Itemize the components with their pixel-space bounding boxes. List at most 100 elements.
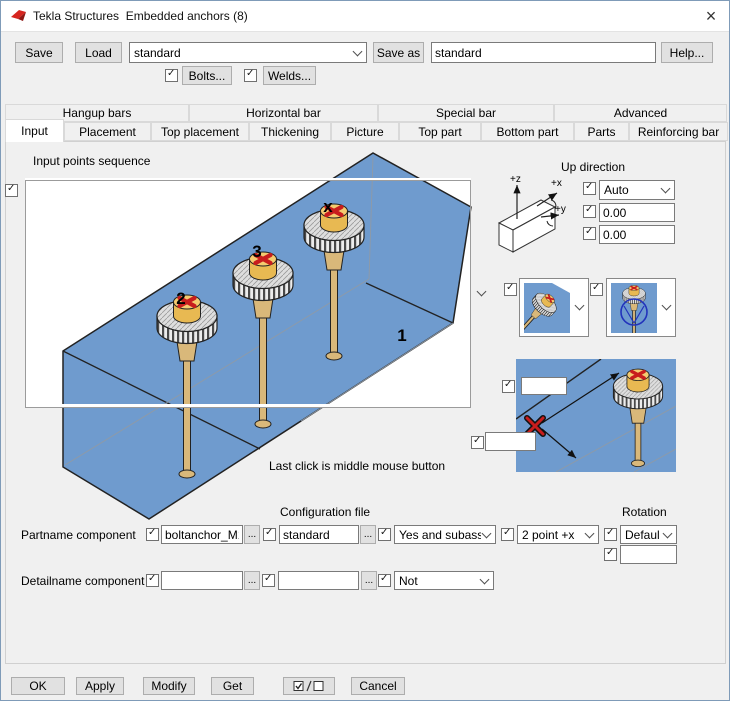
partname-config-browse-button[interactable]: ... [360, 525, 376, 544]
updir-y-input[interactable] [599, 225, 675, 244]
tab-placement[interactable]: Placement [64, 122, 151, 141]
partname-assembly-checkbox[interactable] [378, 528, 391, 541]
tab-top-placement[interactable]: Top placement [151, 122, 249, 141]
pic1-checkbox[interactable] [504, 283, 517, 296]
partname-name-input[interactable] [161, 525, 243, 544]
modify-button[interactable]: Modify [143, 677, 195, 695]
axis-orientation-icon: +z +x +y [491, 169, 569, 261]
anchor-vertical-image [611, 283, 657, 333]
detailname-config-checkbox[interactable] [262, 574, 275, 587]
offset-top-input[interactable] [521, 377, 567, 395]
save-as-input[interactable] [431, 42, 656, 63]
save-button[interactable]: Save [15, 42, 63, 63]
anchor-tilted-image [524, 283, 570, 333]
detailname-name-checkbox[interactable] [146, 574, 159, 587]
updir-mode-value: Auto [604, 183, 660, 197]
configuration-file-label: Configuration file [280, 505, 370, 519]
updir-y-checkbox[interactable] [583, 227, 596, 240]
dialog-window: Tekla Structures Embedded anchors (8) × … [0, 0, 730, 701]
save-as-button[interactable]: Save as [373, 42, 424, 63]
checked-unchecked-toggle-icon [293, 680, 325, 692]
partname-points-value: 2 point +x [522, 528, 584, 542]
tab-bottom-part[interactable]: Bottom part [481, 122, 574, 141]
window-title: Tekla Structures Embedded anchors (8) [33, 9, 248, 23]
partname-assembly-dropdown[interactable]: Yes and subasser [394, 525, 496, 544]
chevron-down-icon [663, 528, 673, 538]
chevron-down-icon [482, 528, 492, 538]
partname-points-checkbox[interactable] [501, 528, 514, 541]
rotation-dropdown[interactable]: Defaul [620, 525, 677, 544]
tab-special-bar[interactable]: Special bar [378, 104, 554, 122]
ok-button[interactable]: OK [11, 677, 65, 695]
partname-name-browse-button[interactable]: ... [244, 525, 260, 544]
point-label-3: 3 [252, 242, 261, 261]
chevron-down-icon [480, 574, 490, 584]
apply-button[interactable]: Apply [76, 677, 124, 695]
partname-config-input[interactable] [279, 525, 359, 544]
toggle-all-checkboxes-button[interactable] [283, 677, 335, 695]
axis-label-y: +y [555, 204, 566, 215]
tab-thickening[interactable]: Thickening [249, 122, 331, 141]
chevron-down-icon [353, 46, 363, 56]
get-button[interactable]: Get [211, 677, 254, 695]
updir-x-input[interactable] [599, 203, 675, 222]
detailname-label: Detailname component [21, 574, 144, 588]
chevron-down-icon [585, 528, 595, 538]
partname-label: Partname component [21, 528, 136, 542]
offset-bottom-checkbox[interactable] [471, 436, 484, 449]
picture-title: Input points sequence [33, 154, 150, 168]
settings-combobox-value: standard [134, 46, 352, 60]
tab-top-part[interactable]: Top part [399, 122, 481, 141]
chevron-down-icon [575, 301, 585, 311]
updir-auto-checkbox[interactable] [583, 182, 596, 195]
middle-mouse-note: Last click is middle mouse button [269, 459, 445, 473]
cancel-button[interactable]: Cancel [351, 677, 405, 695]
detailname-name-input[interactable] [161, 571, 243, 590]
detailname-mode-value: Not [399, 574, 479, 588]
anchor-symbol-combobox[interactable] [606, 278, 676, 337]
partname-name-checkbox[interactable] [146, 528, 159, 541]
point-label-1: 1 [397, 326, 406, 345]
close-icon[interactable]: × [697, 3, 725, 29]
rotation-extra-input[interactable] [620, 545, 677, 564]
detailname-config-browse-button[interactable]: ... [361, 571, 377, 590]
updir-mode-dropdown[interactable]: Auto [599, 180, 675, 200]
tab-input[interactable]: Input [5, 119, 64, 142]
bolts-checkbox[interactable] [165, 69, 178, 82]
detailname-mode-checkbox[interactable] [378, 574, 391, 587]
partname-points-dropdown[interactable]: 2 point +x [517, 525, 599, 544]
help-button[interactable]: Help... [661, 42, 713, 63]
chevron-down-icon [662, 301, 672, 311]
detailname-name-browse-button[interactable]: ... [244, 571, 260, 590]
detailname-mode-dropdown[interactable]: Not [394, 571, 494, 590]
partname-assembly-value: Yes and subasser [399, 528, 481, 542]
welds-button[interactable]: Welds... [263, 66, 316, 85]
offset-detail-image [516, 359, 676, 472]
point-label-x: x [323, 197, 333, 216]
partname-config-checkbox[interactable] [263, 528, 276, 541]
rotation-value: Defaul [625, 528, 662, 542]
offset-bottom-input[interactable] [485, 432, 536, 451]
updir-x-checkbox[interactable] [583, 205, 596, 218]
tab-advanced[interactable]: Advanced [554, 104, 727, 122]
partname-rotation-extra-checkbox[interactable] [604, 548, 617, 561]
detailname-config-input[interactable] [278, 571, 359, 590]
axis-label-z: +z [510, 174, 521, 185]
chevron-down-icon [661, 184, 671, 194]
tab-reinforcing-bar[interactable]: Reinforcing bar [629, 122, 728, 141]
point-label-2: 2 [176, 289, 185, 308]
up-direction-title: Up direction [561, 160, 625, 174]
anchor-style-combobox[interactable] [519, 278, 589, 337]
settings-combobox[interactable]: standard [129, 42, 367, 63]
bolts-button[interactable]: Bolts... [182, 66, 232, 85]
tab-parts[interactable]: Parts [574, 122, 629, 141]
tab-picture[interactable]: Picture [331, 122, 399, 141]
load-button[interactable]: Load [75, 42, 122, 63]
pic2-checkbox[interactable] [590, 283, 603, 296]
welds-checkbox[interactable] [244, 69, 257, 82]
offset-top-checkbox[interactable] [502, 380, 515, 393]
tab-horizontal-bar[interactable]: Horizontal bar [189, 104, 378, 122]
partname-rotation-checkbox[interactable] [604, 528, 617, 541]
input-points-picture: x 3 2 1 [1, 141, 493, 541]
main-picture-checkbox[interactable] [5, 184, 18, 197]
